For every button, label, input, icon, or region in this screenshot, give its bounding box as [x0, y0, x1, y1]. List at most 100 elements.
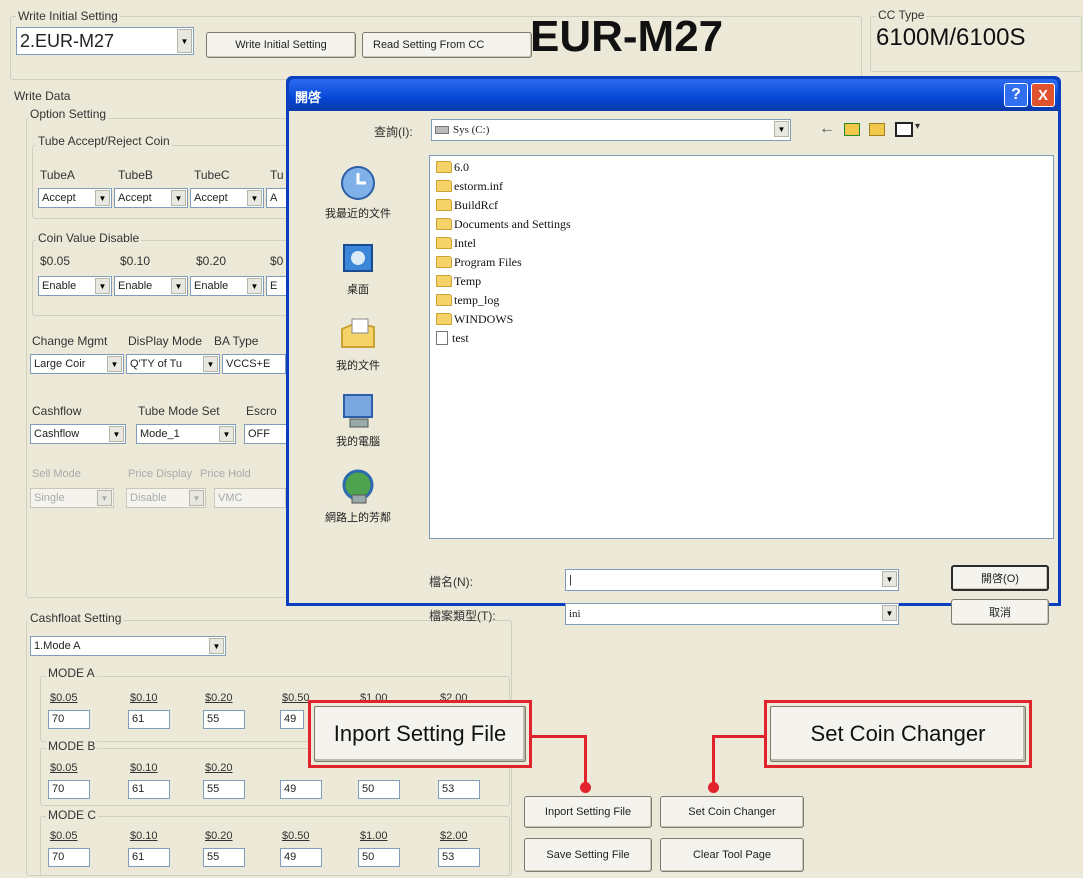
- chevron-down-icon[interactable]: ▾: [915, 121, 920, 132]
- mode-a-value-field[interactable]: 61: [128, 710, 170, 729]
- mode-c-value-field[interactable]: 49: [280, 848, 322, 867]
- file-list-item[interactable]: WINDOWS: [436, 310, 513, 328]
- chevron-down-icon[interactable]: ▼: [107, 356, 122, 372]
- folder-icon: [436, 161, 452, 173]
- place-recent[interactable]: 我最近的文件: [297, 163, 419, 221]
- tube-a-select[interactable]: Accept ▼: [38, 188, 112, 208]
- cashfloat-label: Cashfloat Setting: [28, 611, 124, 625]
- filetype-select[interactable]: ini ▼: [565, 603, 899, 625]
- file-list-item[interactable]: Program Files: [436, 253, 522, 271]
- mode-c-value-field[interactable]: 53: [438, 848, 480, 867]
- mode-c-value-field[interactable]: 61: [128, 848, 170, 867]
- change-mgmt-value: Large Coir: [34, 358, 86, 370]
- folder-icon: [436, 313, 452, 325]
- file-list-item[interactable]: Intel: [436, 234, 476, 252]
- mode-a-value-field[interactable]: 55: [203, 710, 245, 729]
- filetype-value: ini: [569, 608, 581, 620]
- callout-connector: [712, 735, 715, 787]
- mode-a-coin-label: $0.20: [205, 692, 233, 704]
- dialog-title-bar[interactable]: 開啓 ? X: [289, 79, 1058, 111]
- clear-tool-page-button[interactable]: Clear Tool Page: [660, 838, 804, 872]
- chevron-down-icon[interactable]: ▼: [171, 190, 186, 206]
- mode-b-value-field[interactable]: 49: [280, 780, 322, 799]
- inport-setting-button[interactable]: Inport Setting File: [524, 796, 652, 828]
- tube-d-select[interactable]: A: [266, 188, 288, 208]
- read-setting-button[interactable]: Read Setting From CC: [362, 32, 532, 58]
- cashfloat-mode-select[interactable]: 1.Mode A ▼: [30, 636, 226, 656]
- coin-005-select[interactable]: Enable ▼: [38, 276, 112, 296]
- mode-b-value-field[interactable]: 70: [48, 780, 90, 799]
- escrow-label: Escro: [246, 404, 277, 418]
- chevron-down-icon[interactable]: ▼: [209, 638, 224, 654]
- coin-050-label: $0: [270, 254, 284, 268]
- view-menu-icon[interactable]: [895, 122, 913, 137]
- tube-b-select[interactable]: Accept ▼: [114, 188, 188, 208]
- save-setting-button[interactable]: Save Setting File: [524, 838, 652, 872]
- chevron-down-icon[interactable]: ▼: [95, 278, 110, 294]
- ba-type-select[interactable]: VCCS+E: [222, 354, 286, 374]
- place-desktop[interactable]: 桌面: [297, 239, 419, 297]
- mode-b-value-field[interactable]: 55: [203, 780, 245, 799]
- place-desktop-label: 桌面: [347, 284, 369, 296]
- open-button[interactable]: 開啓(O): [951, 565, 1049, 591]
- file-list-item[interactable]: 6.0: [436, 158, 469, 176]
- up-folder-icon[interactable]: [844, 123, 860, 136]
- chevron-down-icon[interactable]: ▼: [247, 190, 262, 206]
- coin-020-select[interactable]: Enable ▼: [190, 276, 264, 296]
- network-icon: [342, 469, 374, 504]
- place-mycomputer[interactable]: 我的電腦: [297, 391, 419, 449]
- mode-c-value-field[interactable]: 70: [48, 848, 90, 867]
- mode-a-value-field[interactable]: 49: [280, 710, 304, 729]
- set-coin-callout: Set Coin Changer: [764, 700, 1032, 768]
- file-list-item[interactable]: temp_log: [436, 291, 499, 309]
- chevron-down-icon[interactable]: ▼: [171, 278, 186, 294]
- lookin-select[interactable]: Sys (C:) ▼: [431, 119, 791, 141]
- display-mode-value: Q'TY of Tu: [130, 358, 183, 370]
- filename-input[interactable]: | ▼: [565, 569, 899, 591]
- model-select-value: 2.EUR-M27: [20, 30, 115, 51]
- cashflow-value: Cashflow: [34, 428, 80, 440]
- new-folder-icon[interactable]: [869, 123, 885, 136]
- coin-010-select[interactable]: Enable ▼: [114, 276, 188, 296]
- place-mydocs[interactable]: 我的文件: [297, 315, 419, 373]
- place-network[interactable]: 網路上的芳鄰: [297, 467, 419, 525]
- close-button[interactable]: X: [1031, 83, 1055, 107]
- mode-c-coin-label: $2.00: [440, 830, 468, 842]
- folder-icon: [436, 180, 452, 192]
- file-list-item[interactable]: Temp: [436, 272, 481, 290]
- file-list[interactable]: 6.0 estorm.inf BuildRcf Documents and Se…: [429, 155, 1054, 539]
- cashflow-select[interactable]: Cashflow ▼: [30, 424, 126, 444]
- places-bar: 我最近的文件 桌面 我的文件 我的電腦 網路上的芳鄰: [297, 155, 419, 535]
- chevron-down-icon[interactable]: ▼: [219, 426, 234, 442]
- mode-a-value-field[interactable]: 70: [48, 710, 90, 729]
- mode-b-value-field[interactable]: 61: [128, 780, 170, 799]
- tube-mode-select[interactable]: Mode_1 ▼: [136, 424, 236, 444]
- file-list-item[interactable]: Documents and Settings: [436, 215, 571, 233]
- file-list-item[interactable]: estorm.inf: [436, 177, 503, 195]
- file-list-item[interactable]: BuildRcf: [436, 196, 498, 214]
- back-icon[interactable]: ←: [819, 120, 835, 138]
- display-mode-select[interactable]: Q'TY of Tu ▼: [126, 354, 220, 374]
- coin-050-select[interactable]: E: [266, 276, 288, 296]
- mode-b-value-field[interactable]: 53: [438, 780, 480, 799]
- chevron-down-icon[interactable]: ▼: [882, 605, 897, 621]
- chevron-down-icon[interactable]: ▼: [109, 426, 124, 442]
- tube-c-select[interactable]: Accept ▼: [190, 188, 264, 208]
- mode-b-value-field[interactable]: 50: [358, 780, 400, 799]
- model-select[interactable]: 2.EUR-M27 ▼: [16, 27, 194, 55]
- chevron-down-icon[interactable]: ▼: [203, 356, 218, 372]
- chevron-down-icon[interactable]: ▼: [95, 190, 110, 206]
- chevron-down-icon[interactable]: ▼: [247, 278, 262, 294]
- mode-c-value-field[interactable]: 55: [203, 848, 245, 867]
- chevron-down-icon[interactable]: ▼: [882, 571, 897, 587]
- set-coin-changer-button[interactable]: Set Coin Changer: [660, 796, 804, 828]
- file-list-item[interactable]: test: [436, 329, 469, 347]
- write-initial-button[interactable]: Write Initial Setting: [206, 32, 356, 58]
- change-mgmt-select[interactable]: Large Coir ▼: [30, 354, 124, 374]
- chevron-down-icon[interactable]: ▼: [774, 121, 789, 137]
- cancel-button[interactable]: 取消: [951, 599, 1049, 625]
- help-button[interactable]: ?: [1004, 83, 1028, 107]
- escrow-select[interactable]: OFF: [244, 424, 288, 444]
- mode-c-value-field[interactable]: 50: [358, 848, 400, 867]
- chevron-down-icon[interactable]: ▼: [177, 29, 192, 53]
